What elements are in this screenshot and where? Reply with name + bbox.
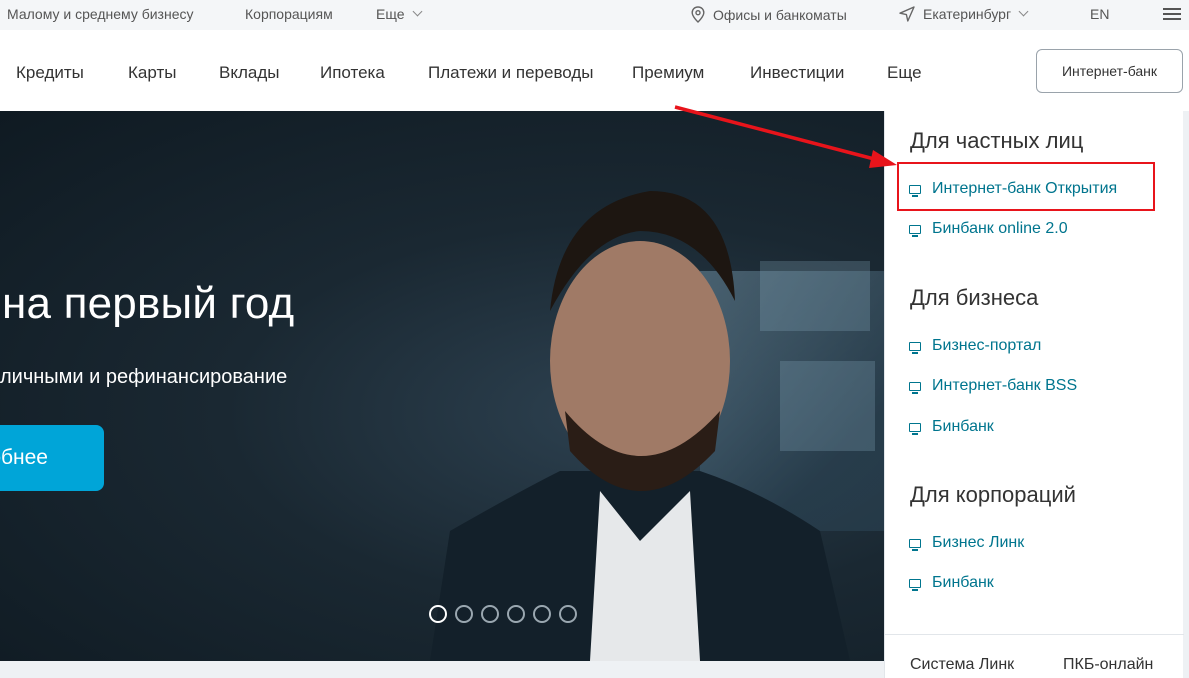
link-binbank-online[interactable]: Бинбанк online 2.0 [909, 220, 1068, 238]
carousel-dot[interactable] [481, 605, 499, 623]
topbar-more-label: Еще [376, 6, 405, 22]
link-business-portal[interactable]: Бизнес-портал [909, 337, 1041, 355]
link-label: Интернет-банк BSS [932, 377, 1078, 394]
section-title-individuals: Для частных лиц [910, 128, 1084, 153]
link-label: Интернет-банк Открытия [932, 180, 1118, 197]
menu-icon[interactable] [1163, 8, 1181, 20]
hero-banner: на первый год личными и рефинансирование… [0, 111, 884, 661]
internet-bank-dropdown: Для частных лиц Интернет-банк Открытия Б… [884, 111, 1184, 678]
link-label: Бизнес-портал [932, 337, 1042, 354]
small-business-link[interactable]: Малому и среднему бизнесу [7, 6, 194, 22]
nav-investments[interactable]: Инвестиции [750, 63, 844, 83]
page-bottom-strip [0, 661, 884, 678]
section-title-corporations: Для корпораций [910, 482, 1076, 507]
footer-sistema-link[interactable]: Система Линк [910, 656, 1014, 674]
offices-label: Офисы и банкоматы [713, 6, 847, 23]
city-label: Екатеринбург [923, 6, 1012, 22]
footer-pkb-online[interactable]: ПКБ-онлайн [1063, 656, 1153, 674]
nav-payments[interactable]: Платежи и переводы [428, 63, 594, 83]
link-label: Бинбанк online 2.0 [932, 220, 1068, 237]
monitor-icon [909, 341, 921, 354]
monitor-icon [909, 184, 921, 197]
monitor-icon [909, 224, 921, 237]
page-right-strip [1183, 111, 1189, 678]
nav-credits[interactable]: Кредиты [16, 63, 84, 83]
monitor-icon [909, 381, 921, 394]
nav-premium[interactable]: Премиум [632, 63, 704, 83]
carousel-dot[interactable] [507, 605, 525, 623]
carousel-dot[interactable] [429, 605, 447, 623]
link-otkritie-internet-bank[interactable]: Интернет-банк Открытия [909, 180, 1117, 198]
hero-headline: на первый год [2, 279, 295, 328]
offices-atms-link[interactable]: Офисы и банкоматы [691, 6, 847, 23]
monitor-icon [909, 538, 921, 551]
nav-deposits[interactable]: Вклады [219, 63, 279, 83]
dropdown-divider [885, 634, 1184, 635]
carousel-pagination [429, 605, 577, 623]
section-title-business: Для бизнеса [910, 285, 1039, 310]
link-label: Бизнес Линк [932, 534, 1025, 551]
nav-mortgage[interactable]: Ипотека [320, 63, 385, 83]
link-binbank-business[interactable]: Бинбанк [909, 418, 994, 436]
chevron-down-icon [1018, 6, 1029, 17]
nav-cards[interactable]: Карты [128, 63, 176, 83]
topbar-more-dropdown[interactable]: Еще [376, 6, 422, 22]
city-selector[interactable]: Екатеринбург [899, 6, 1029, 22]
chevron-down-icon [412, 6, 422, 17]
navigation-arrow-icon [899, 6, 915, 22]
monitor-icon [909, 578, 921, 591]
monitor-icon [909, 422, 921, 435]
learn-more-button[interactable]: обнее [0, 425, 104, 491]
link-binbank-corporate[interactable]: Бинбанк [909, 574, 994, 592]
hero-subline: личными и рефинансирование [0, 366, 288, 388]
internet-bank-button[interactable]: Интернет-банк [1036, 49, 1183, 93]
nav-more[interactable]: Еще [887, 63, 922, 83]
top-utility-bar: Малому и среднему бизнесу Корпорациям Ещ… [0, 0, 1189, 30]
main-navigation: Кредиты Карты Вклады Ипотека Платежи и п… [0, 36, 1189, 111]
link-label: Бинбанк [932, 418, 994, 435]
corporations-link[interactable]: Корпорациям [245, 6, 333, 22]
carousel-dot[interactable] [533, 605, 551, 623]
language-switch[interactable]: EN [1090, 6, 1109, 22]
location-pin-icon [691, 6, 705, 23]
link-internet-bank-bss[interactable]: Интернет-банк BSS [909, 377, 1077, 395]
carousel-dot[interactable] [559, 605, 577, 623]
carousel-dot[interactable] [455, 605, 473, 623]
link-label: Бинбанк [932, 574, 994, 591]
link-business-link[interactable]: Бизнес Линк [909, 534, 1024, 552]
